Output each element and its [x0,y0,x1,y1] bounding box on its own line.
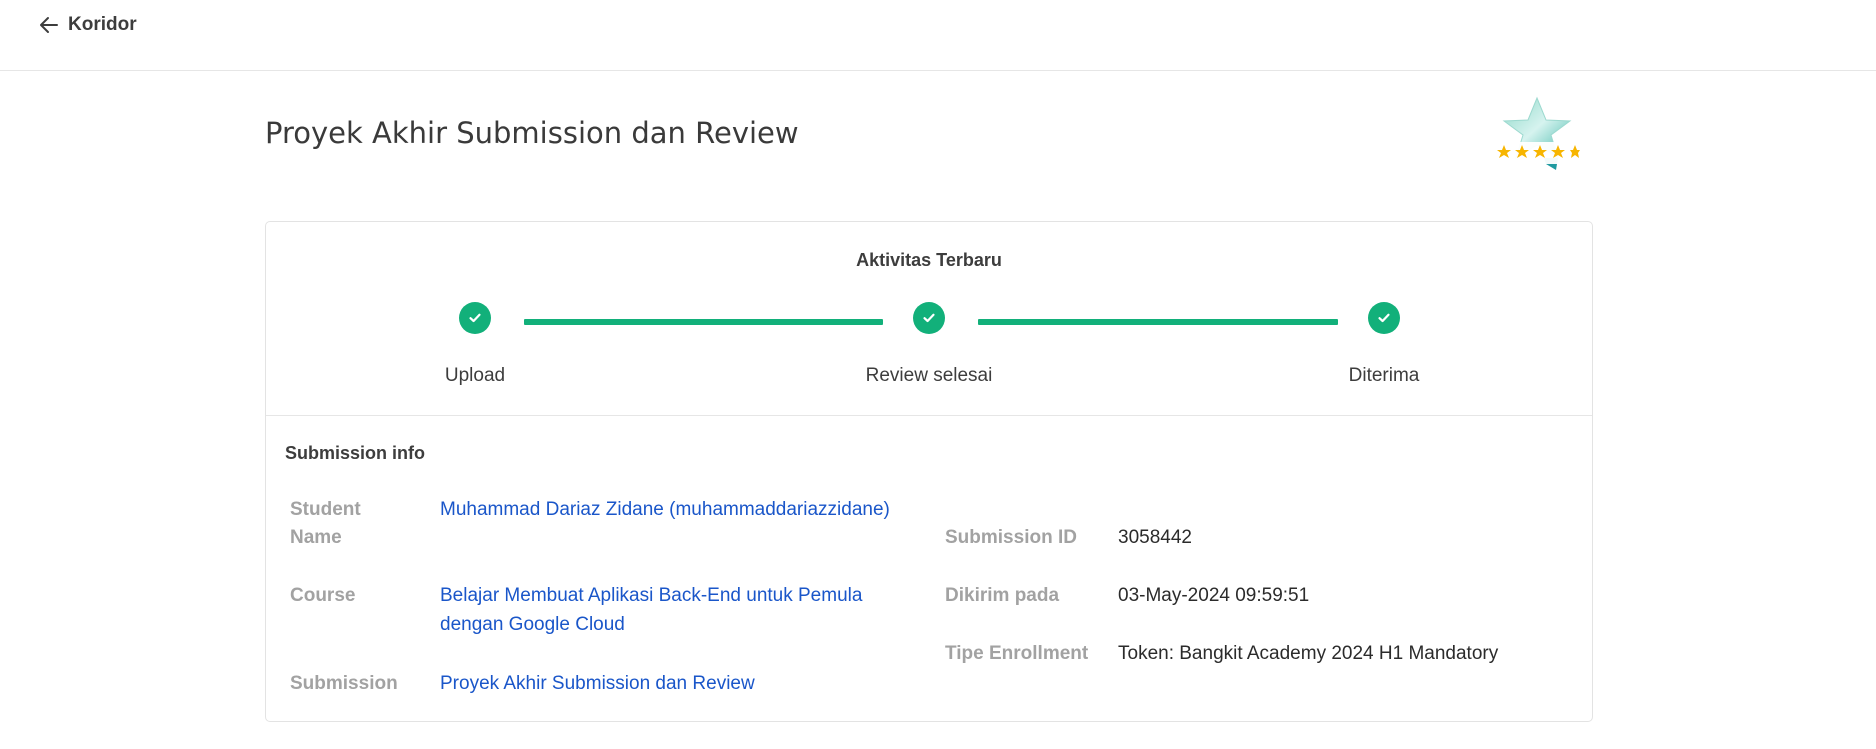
step-label-review: Review selesai [865,365,993,386]
back-to-koridor-link[interactable]: Koridor [38,14,137,36]
card-divider [266,415,1592,416]
sent-at-label: Dikirim pada [945,585,1060,606]
five-star-rating-badge-icon [1486,92,1580,178]
submission-id-value: 3058442 [1118,527,1192,548]
submission-id-label: Submission ID [945,527,1077,548]
page-title: Proyek Akhir Submission dan Review [265,116,799,150]
submission-label: Submission [290,673,398,694]
student-name-label: Student Name [290,499,361,548]
step-connector [978,319,1338,325]
enrollment-type-label: Tipe Enrollment [945,643,1089,664]
course-label: Course [290,585,356,606]
submission-info-title: Submission info [285,443,426,463]
step-review-check-icon [913,302,945,334]
course-link[interactable]: Belajar Membuat Aplikasi Back-End untuk … [440,581,880,639]
step-connector [524,319,883,325]
step-label-upload: Upload [444,365,506,386]
step-upload-check-icon [459,302,491,334]
step-diterima-check-icon [1368,302,1400,334]
step-label-diterima: Diterima [1348,365,1420,386]
submission-card: Aktivitas Terbaru Upload Review selesai … [265,221,1593,722]
enrollment-type-value: Token: Bangkit Academy 2024 H1 Mandatory [1118,643,1499,664]
arrow-left-icon [38,14,60,36]
activity-stepper: Upload Review selesai Diterima [266,222,1592,416]
sent-at-value: 03-May-2024 09:59:51 [1118,585,1310,606]
student-name-link[interactable]: Muhammad Dariaz Zidane (muhammaddariazzi… [440,495,940,524]
back-link-label: Koridor [68,14,137,35]
top-bar: Koridor [0,0,1876,71]
submission-link[interactable]: Proyek Akhir Submission dan Review [440,669,880,698]
